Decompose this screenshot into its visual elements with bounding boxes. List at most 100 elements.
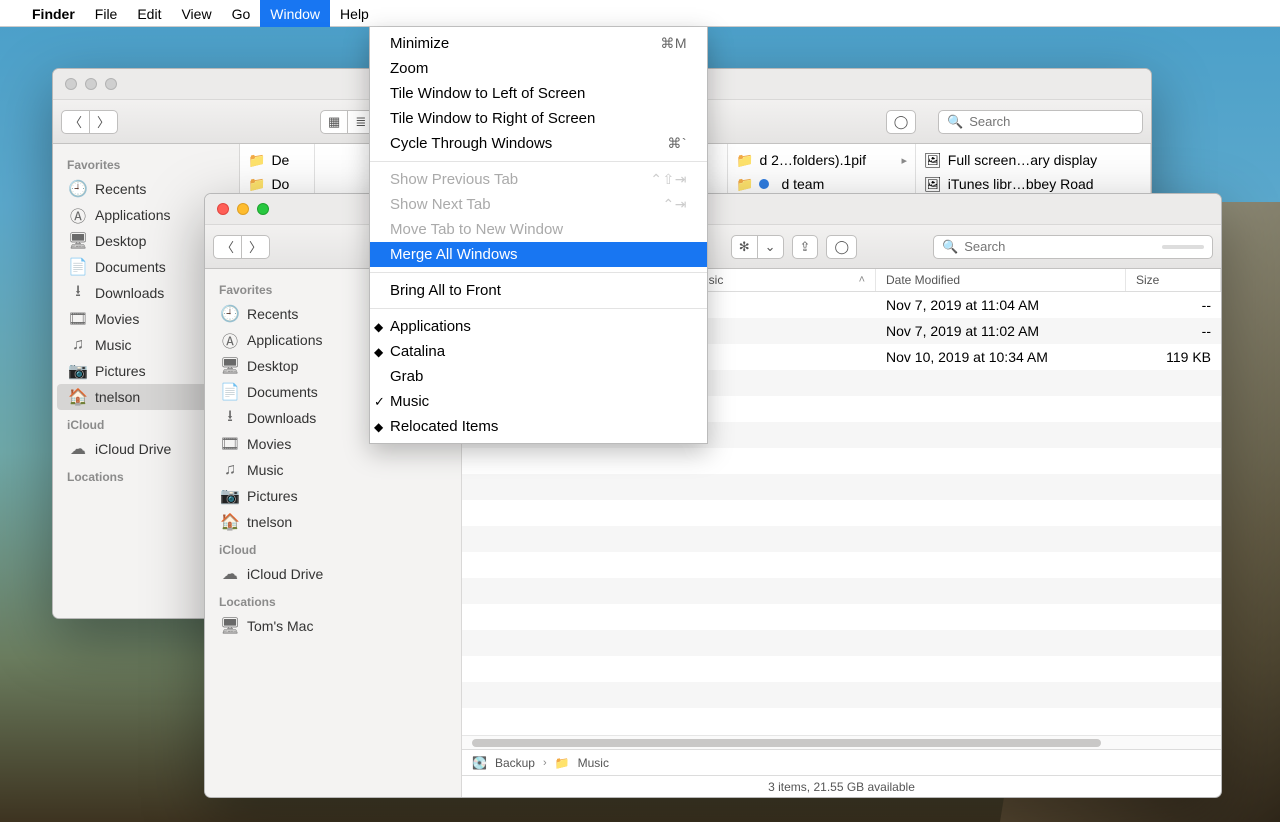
minimize-button[interactable] <box>237 203 249 215</box>
menu-item-label: Cycle Through Windows <box>390 135 552 152</box>
search-slot <box>1162 245 1204 249</box>
search-input[interactable] <box>964 239 1149 254</box>
menu-item-label: Music <box>390 393 429 410</box>
nav-buttons: 〈 〉 <box>61 110 118 134</box>
diamond-icon: ◆ <box>374 320 383 334</box>
path-leaf[interactable]: Music <box>578 756 609 770</box>
cell-size: -- <box>1126 297 1221 313</box>
search-field[interactable]: 🔍 <box>938 110 1143 134</box>
menu-item-tile-window-to-right-of-screen[interactable]: Tile Window to Right of Screen <box>370 106 707 131</box>
browser-item[interactable]: 📁 De <box>240 148 314 172</box>
browser-item[interactable]: 🖼Full screen…ary display <box>916 148 1150 172</box>
zoom-button[interactable] <box>257 203 269 215</box>
item-label: d team <box>781 176 824 192</box>
folder-icon: 📁 <box>736 176 753 193</box>
table-row-empty <box>462 526 1221 552</box>
table-row-empty <box>462 500 1221 526</box>
menu-item-bring-all-to-front[interactable]: Bring All to Front <box>370 278 707 303</box>
icon-view-button[interactable]: ▦ <box>320 110 348 134</box>
sidebar-item-tnelson[interactable]: 🏠tnelson <box>209 509 457 535</box>
menu-shortcut: ⌘M <box>660 35 687 52</box>
sidebar-item-label: iCloud Drive <box>247 566 323 582</box>
table-row-empty <box>462 474 1221 500</box>
desktop-icon: 🖥 <box>221 357 239 375</box>
folder-icon: 📁 <box>555 756 570 770</box>
path-bar[interactable]: 💽 Backup › 📁 Music <box>462 749 1221 775</box>
action-menu[interactable]: ✻ ⌄ <box>731 235 784 259</box>
folder-icon: 📁 <box>736 152 753 169</box>
menu-item-zoom[interactable]: Zoom <box>370 56 707 81</box>
horizontal-scrollbar[interactable] <box>462 735 1221 749</box>
menu-item-show-previous-tab: Show Previous Tab⌃⇧⇥ <box>370 167 707 192</box>
docs-icon: 📄 <box>221 383 239 401</box>
finder-window-front[interactable]: 〈 〉 ✻ ⌄ ⇪ ◯ 🔍 Favorites 🕘RecentsⒶApplica… <box>204 193 1222 798</box>
menu-go[interactable]: Go <box>222 0 261 27</box>
close-button[interactable] <box>65 78 77 90</box>
col-date[interactable]: Date Modified <box>876 269 1126 291</box>
path-root[interactable]: Backup <box>495 756 535 770</box>
menu-file[interactable]: File <box>85 0 128 27</box>
nav-buttons: 〈 〉 <box>213 235 270 259</box>
menu-help[interactable]: Help <box>330 0 379 27</box>
back-button[interactable]: 〈 <box>213 235 242 259</box>
table-row-empty <box>462 630 1221 656</box>
app-menu[interactable]: Finder <box>22 0 85 27</box>
menu-shortcut: ⌃⇧⇥ <box>650 171 687 188</box>
table-row-empty <box>462 552 1221 578</box>
menu-item-label: Tile Window to Left of Screen <box>390 85 585 102</box>
menu-item-music[interactable]: ✓Music <box>370 389 707 414</box>
item-label: Full screen…ary display <box>948 152 1097 168</box>
forward-button[interactable]: 〉 <box>242 235 270 259</box>
menu-item-applications[interactable]: ◆ Applications <box>370 314 707 339</box>
folder-icon: 📁 <box>248 152 265 169</box>
menu-item-relocated-items[interactable]: ◆Relocated Items <box>370 414 707 439</box>
diamond-icon: ◆ <box>374 420 383 434</box>
menu-shortcut: ⌘` <box>667 135 687 152</box>
tag-blue <box>759 179 769 189</box>
image-icon: 🖼 <box>924 176 942 193</box>
close-button[interactable] <box>217 203 229 215</box>
sidebar-section-icloud: iCloud <box>205 535 461 561</box>
gear-icon[interactable]: ✻ <box>731 235 758 259</box>
sidebar-item-pictures[interactable]: 📷Pictures <box>209 483 457 509</box>
sidebar-item-music[interactable]: ♫Music <box>209 457 457 483</box>
recents-icon: 🕘 <box>69 180 87 198</box>
back-button[interactable]: 〈 <box>61 110 90 134</box>
zoom-button[interactable] <box>105 78 117 90</box>
item-label: Do <box>271 176 289 192</box>
menu-edit[interactable]: Edit <box>127 0 171 27</box>
menu-item-label: Applications <box>390 318 471 335</box>
search-field[interactable]: 🔍 <box>933 235 1213 259</box>
chevron-down-icon[interactable]: ⌄ <box>758 235 784 259</box>
titlebar[interactable] <box>205 194 1221 225</box>
sidebar-item-label: Pictures <box>95 363 146 379</box>
sidebar-item-tom-s-mac[interactable]: 🖥Tom's Mac <box>209 613 457 639</box>
share-button[interactable]: ⇪ <box>792 235 819 259</box>
movies-icon: 🎞 <box>221 435 239 453</box>
minimize-button[interactable] <box>85 78 97 90</box>
menu-item-cycle-through-windows[interactable]: Cycle Through Windows ⌘` <box>370 131 707 156</box>
forward-button[interactable]: 〉 <box>90 110 118 134</box>
menu-item-minimize[interactable]: Minimize⌘M <box>370 31 707 56</box>
tags-button[interactable]: ◯ <box>826 235 857 259</box>
menu-shortcut: ⌃⇥ <box>663 196 687 213</box>
tags-button[interactable]: ◯ <box>886 110 916 134</box>
sidebar-item-label: Documents <box>95 259 166 275</box>
folder-icon: 📁 <box>248 176 265 193</box>
menu-item-tile-window-to-left-of-screen[interactable]: Tile Window to Left of Screen <box>370 81 707 106</box>
menu-item-catalina[interactable]: ◆Catalina <box>370 339 707 364</box>
search-input[interactable] <box>969 114 1134 129</box>
browser-item[interactable]: 📁d 2…folders).1pif▸ <box>728 148 915 172</box>
col-size[interactable]: Size <box>1126 269 1221 291</box>
desktop-icon: 🖥 <box>69 232 87 250</box>
menu-item-grab[interactable]: Grab <box>370 364 707 389</box>
item-label: De <box>271 152 289 168</box>
menu-item-merge-all-windows[interactable]: Merge All Windows <box>370 242 707 267</box>
item-label: d 2…folders).1pif <box>759 152 866 168</box>
sidebar-item-label: Pictures <box>247 488 298 504</box>
sidebar-item-label: Movies <box>95 311 139 327</box>
menu-view[interactable]: View <box>171 0 221 27</box>
menu-item-label: Catalina <box>390 343 445 360</box>
sidebar-item-icloud-drive[interactable]: ☁iCloud Drive <box>209 561 457 587</box>
menu-window[interactable]: Window <box>260 0 330 27</box>
